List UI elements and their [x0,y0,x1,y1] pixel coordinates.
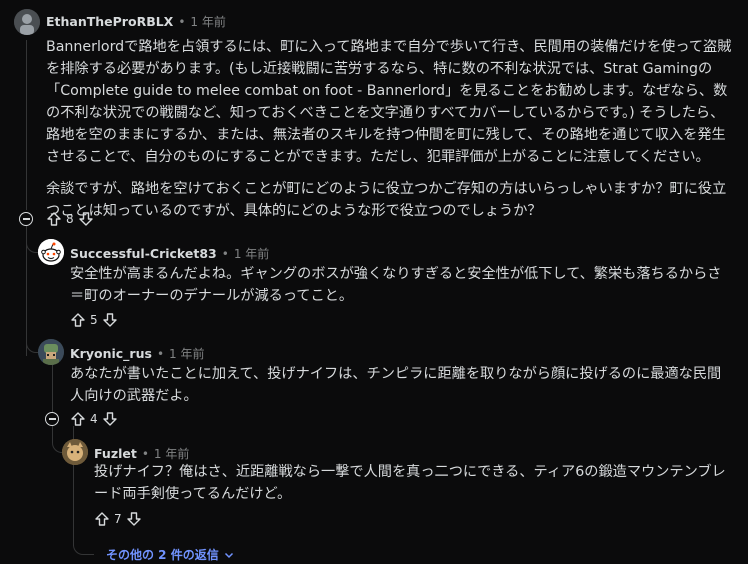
collapse-icon[interactable] [19,212,33,226]
chevron-down-icon [224,552,233,558]
timestamp[interactable]: 1 年前 [234,247,269,261]
comment-paragraph: Bannerlordで路地を占領するには、町に入って路地まで自分で歩いて行き、民… [46,39,732,165]
vote-count: 8 [66,212,74,226]
comment-meta: Successful-Cricket83 • 1 年前 [70,246,270,261]
comment-body: あなたが書いたことに加えて、投げナイフは、チンピラに距離を取りながら顔に投げるの… [70,366,722,404]
vote-bar: 5 [70,312,118,328]
avatar[interactable] [38,239,64,265]
avatar-fuzlet-icon [62,439,88,465]
vote-bar: 7 [94,511,142,527]
comment-meta: Kryonic_rus • 1 年前 [70,346,205,361]
comment-body: 投げナイフ？俺はさ、近距離戦なら一撃で人間を真っ二つにできる、ティア6の鍛造マウ… [94,464,726,502]
upvote-icon[interactable] [70,411,86,427]
vote-count: 5 [90,313,98,327]
comment-body: 安全性が高まるんだよね。ギャングのボスが強くなりすぎると安全性が低下して、繁栄も… [70,266,722,304]
downvote-icon[interactable] [102,411,118,427]
thread-line-root [26,40,27,210]
upvote-icon[interactable] [70,312,86,328]
avatar[interactable] [62,439,88,465]
collapse-icon[interactable] [45,412,59,426]
reddit-snoo-avatar-icon [38,239,64,265]
comment-meta: EthanTheProRBLX • 1 年前 [46,14,226,29]
downvote-icon[interactable] [78,211,94,227]
downvote-icon[interactable] [102,312,118,328]
more-replies-label: その他の 2 件の返信 [106,548,219,562]
vote-bar: 8 [46,211,94,227]
timestamp[interactable]: 1 年前 [169,347,204,361]
timestamp[interactable]: 1 年前 [154,447,189,461]
thread-line-depth2 [52,362,53,412]
vote-count: 4 [90,412,98,426]
upvote-icon[interactable] [46,211,62,227]
upvote-icon[interactable] [94,511,110,527]
avatar-ethan-icon [14,9,40,35]
more-replies-link[interactable]: その他の 2 件の返信 [106,546,235,563]
comment-meta: Fuzlet • 1 年前 [94,446,190,461]
comment-body: Bannerlordで路地を占領するには、町に入って路地まで自分で歩いて行き、民… [46,36,738,222]
downvote-icon[interactable] [126,511,142,527]
author-name[interactable]: Kryonic_rus [70,346,152,361]
author-name[interactable]: Fuzlet [94,446,137,461]
avatar[interactable] [38,339,64,365]
timestamp[interactable]: 1 年前 [190,15,225,29]
author-name[interactable]: EthanTheProRBLX [46,14,173,29]
thread-curve-more [73,530,94,555]
author-name[interactable]: Successful-Cricket83 [70,246,217,261]
vote-count: 7 [114,512,122,526]
avatar-kryonic-icon [38,339,64,365]
vote-bar: 4 [70,411,118,427]
avatar[interactable] [14,9,40,35]
comment-paragraph: 余談ですが、路地を空けておくことが町にどのように役立つかご存知の方はいらっしゃい… [46,181,727,219]
